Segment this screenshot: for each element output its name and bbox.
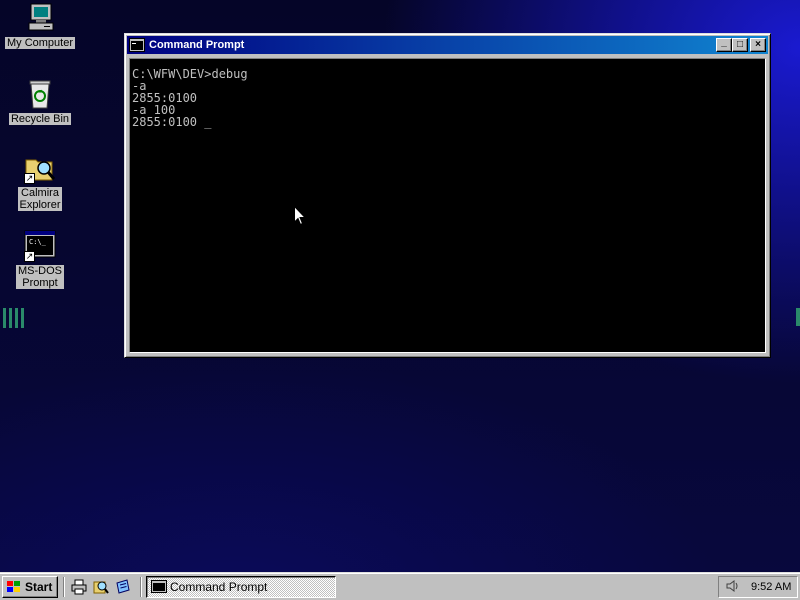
console-output[interactable]: C:\WFW\DEV>debug -a 2855:0100 -a 100 285… bbox=[129, 58, 766, 353]
minimize-icon: _ bbox=[721, 37, 727, 48]
clock[interactable]: 9:52 AM bbox=[751, 581, 791, 593]
console-line: -a bbox=[132, 79, 147, 93]
minimize-button[interactable]: _ bbox=[716, 38, 732, 52]
taskbar-button-label: Command Prompt bbox=[170, 579, 268, 594]
system-tray: 9:52 AM bbox=[718, 576, 798, 598]
console-line: C:\WFW\DEV>debug bbox=[132, 67, 248, 81]
desktop-edge-decoration-right bbox=[796, 308, 800, 326]
desktop-icon-calmira-explorer[interactable]: ↗ Calmira Explorer bbox=[0, 152, 80, 211]
desktop-icon-label: Calmira Explorer bbox=[17, 187, 63, 211]
console-line: -a 100 bbox=[132, 103, 176, 117]
msdos-task-icon bbox=[151, 580, 167, 593]
svg-text:C:\_: C:\_ bbox=[29, 238, 47, 246]
speaker-icon[interactable] bbox=[725, 579, 741, 596]
desktop-icon-my-computer[interactable]: My Computer bbox=[0, 2, 80, 49]
magnifier-icon[interactable] bbox=[91, 577, 111, 597]
taskbar-separator bbox=[140, 576, 142, 597]
shortcut-arrow-icon: ↗ bbox=[24, 173, 35, 184]
close-button[interactable]: × bbox=[750, 38, 766, 52]
note-icon[interactable] bbox=[113, 577, 133, 597]
console-line: 2855:0100 bbox=[132, 91, 198, 105]
explorer-icon: ↗ bbox=[24, 152, 56, 184]
maximize-button[interactable]: □ bbox=[732, 38, 748, 52]
desktop-icon-label: MS-DOS Prompt bbox=[16, 265, 64, 289]
console-line: 2855:0100 _ bbox=[132, 115, 212, 129]
desktop-edge-decoration bbox=[3, 308, 27, 328]
window-titlebar[interactable]: Command Prompt _ □ × bbox=[127, 36, 768, 54]
taskbar-button-command-prompt[interactable]: Command Prompt bbox=[146, 575, 336, 598]
window-title: Command Prompt bbox=[149, 39, 245, 51]
shortcut-arrow-icon: ↗ bbox=[24, 251, 35, 262]
start-button[interactable]: Start bbox=[2, 575, 58, 598]
desktop-icon-label: Recycle Bin bbox=[8, 113, 72, 125]
start-label: Start bbox=[25, 579, 53, 594]
desktop-icon-msdos-prompt[interactable]: C:\_ ↗ MS-DOS Prompt bbox=[0, 230, 80, 289]
desktop-icon-recycle-bin[interactable]: Recycle Bin bbox=[0, 78, 80, 125]
windows-logo-icon bbox=[6, 580, 22, 594]
mouse-pointer-icon bbox=[294, 205, 307, 226]
computer-icon bbox=[24, 2, 56, 34]
msdos-icon: C:\_ ↗ bbox=[24, 230, 56, 262]
taskbar-separator bbox=[63, 576, 65, 597]
recycle-bin-icon bbox=[24, 78, 56, 110]
maximize-icon: □ bbox=[736, 39, 744, 50]
taskbar: Start Command Prompt 9:52 AM bbox=[0, 572, 800, 600]
printer-icon[interactable] bbox=[69, 577, 89, 597]
close-icon: × bbox=[755, 39, 761, 50]
msdos-window-icon[interactable] bbox=[129, 38, 145, 52]
command-prompt-window[interactable]: Command Prompt _ □ × C:\WFW\DEV>debug -a… bbox=[124, 33, 771, 358]
desktop-icon-label: My Computer bbox=[4, 37, 76, 49]
